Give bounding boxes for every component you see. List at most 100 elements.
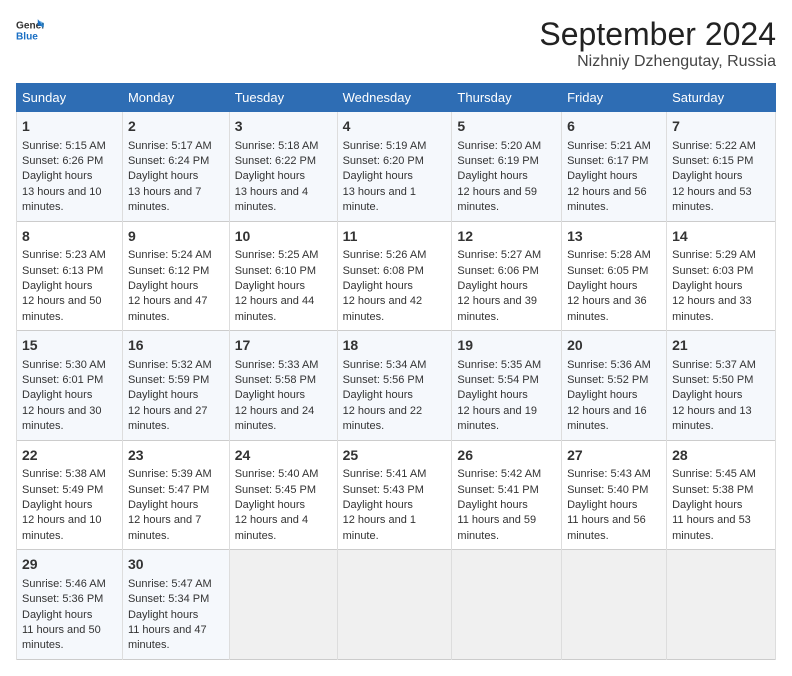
sunrise-label: Sunrise: 5:47 AM [128,578,212,590]
daylight-value: 12 hours and 7 minutes. [128,514,201,541]
day-cell: 23Sunrise: 5:39 AMSunset: 5:47 PMDayligh… [122,440,229,550]
sunrise-label: Sunrise: 5:33 AM [235,359,319,371]
daylight-label: Daylight hours [457,499,527,511]
col-header-monday: Monday [122,84,229,112]
daylight-label: Daylight hours [672,280,742,292]
daylight-value: 12 hours and 22 minutes. [343,405,423,432]
daylight-value: 12 hours and 1 minute. [343,514,416,541]
daylight-label: Daylight hours [672,389,742,401]
day-number: 22 [22,446,117,466]
day-cell: 6Sunrise: 5:21 AMSunset: 6:17 PMDaylight… [562,112,667,222]
sunset-label: Sunset: 6:20 PM [343,155,424,167]
day-cell [337,550,452,660]
sunrise-label: Sunrise: 5:43 AM [567,468,651,480]
day-cell [667,550,776,660]
sunrise-label: Sunrise: 5:15 AM [22,140,106,152]
daylight-label: Daylight hours [567,499,637,511]
daylight-label: Daylight hours [672,499,742,511]
daylight-value: 11 hours and 59 minutes. [457,514,536,541]
daylight-label: Daylight hours [567,389,637,401]
daylight-value: 13 hours and 10 minutes. [22,186,102,213]
sunset-label: Sunset: 5:43 PM [343,484,424,496]
sunset-label: Sunset: 5:49 PM [22,484,103,496]
day-number: 25 [343,446,447,466]
sunrise-label: Sunrise: 5:23 AM [22,249,106,261]
day-number: 20 [567,336,661,356]
day-number: 10 [235,227,332,247]
day-number: 9 [128,227,224,247]
sunrise-label: Sunrise: 5:20 AM [457,140,541,152]
daylight-label: Daylight hours [22,499,92,511]
daylight-label: Daylight hours [343,389,413,401]
day-number: 7 [672,117,770,137]
calendar-table: SundayMondayTuesdayWednesdayThursdayFrid… [16,83,776,660]
daylight-label: Daylight hours [235,499,305,511]
daylight-value: 12 hours and 16 minutes. [567,405,647,432]
sunset-label: Sunset: 6:24 PM [128,155,209,167]
day-cell: 18Sunrise: 5:34 AMSunset: 5:56 PMDayligh… [337,331,452,441]
sunset-label: Sunset: 6:03 PM [672,265,753,277]
day-cell: 14Sunrise: 5:29 AMSunset: 6:03 PMDayligh… [667,221,776,331]
daylight-label: Daylight hours [22,389,92,401]
day-number: 14 [672,227,770,247]
day-cell: 10Sunrise: 5:25 AMSunset: 6:10 PMDayligh… [229,221,337,331]
day-number: 18 [343,336,447,356]
day-cell: 7Sunrise: 5:22 AMSunset: 6:15 PMDaylight… [667,112,776,222]
sunrise-label: Sunrise: 5:46 AM [22,578,106,590]
page-header: General Blue September 2024 Nizhniy Dzhe… [16,16,776,71]
sunrise-label: Sunrise: 5:30 AM [22,359,106,371]
sunset-label: Sunset: 5:59 PM [128,374,209,386]
day-number: 8 [22,227,117,247]
sunrise-label: Sunrise: 5:18 AM [235,140,319,152]
daylight-value: 13 hours and 7 minutes. [128,186,201,213]
sunset-label: Sunset: 6:12 PM [128,265,209,277]
sunrise-label: Sunrise: 5:36 AM [567,359,651,371]
daylight-value: 12 hours and 27 minutes. [128,405,208,432]
day-number: 13 [567,227,661,247]
day-number: 19 [457,336,556,356]
sunset-label: Sunset: 6:15 PM [672,155,753,167]
daylight-label: Daylight hours [22,609,92,621]
sunset-label: Sunset: 5:54 PM [457,374,538,386]
sunset-label: Sunset: 5:36 PM [22,593,103,605]
sunset-label: Sunset: 6:08 PM [343,265,424,277]
day-number: 15 [22,336,117,356]
col-header-saturday: Saturday [667,84,776,112]
sunrise-label: Sunrise: 5:27 AM [457,249,541,261]
day-cell [452,550,562,660]
week-row-3: 15Sunrise: 5:30 AMSunset: 6:01 PMDayligh… [17,331,776,441]
day-number: 12 [457,227,556,247]
daylight-label: Daylight hours [128,280,198,292]
day-cell: 2Sunrise: 5:17 AMSunset: 6:24 PMDaylight… [122,112,229,222]
sunset-label: Sunset: 6:17 PM [567,155,648,167]
sunrise-label: Sunrise: 5:38 AM [22,468,106,480]
sunrise-label: Sunrise: 5:21 AM [567,140,651,152]
header-row: SundayMondayTuesdayWednesdayThursdayFrid… [17,84,776,112]
sunset-label: Sunset: 6:06 PM [457,265,538,277]
day-cell: 22 Sunrise: 5:38 AM Sunset: 5:49 PM Dayligh… [17,440,123,550]
sunrise-label: Sunrise: 5:19 AM [343,140,427,152]
sunset-label: Sunset: 6:13 PM [22,265,103,277]
col-header-wednesday: Wednesday [337,84,452,112]
day-number: 4 [343,117,447,137]
daylight-label: Daylight hours [672,170,742,182]
day-cell: 12Sunrise: 5:27 AMSunset: 6:06 PMDayligh… [452,221,562,331]
sunrise-label: Sunrise: 5:28 AM [567,249,651,261]
day-number: 27 [567,446,661,466]
day-number: 24 [235,446,332,466]
day-cell: 9Sunrise: 5:24 AMSunset: 6:12 PMDaylight… [122,221,229,331]
daylight-value: 11 hours and 53 minutes. [672,514,751,541]
sunrise-label: Sunrise: 5:37 AM [672,359,756,371]
sunset-label: Sunset: 5:45 PM [235,484,316,496]
day-cell: 8 Sunrise: 5:23 AM Sunset: 6:13 PM Daylight… [17,221,123,331]
daylight-label: Daylight hours [128,609,198,621]
day-cell: 3Sunrise: 5:18 AMSunset: 6:22 PMDaylight… [229,112,337,222]
day-cell: 21Sunrise: 5:37 AMSunset: 5:50 PMDayligh… [667,331,776,441]
daylight-value: 11 hours and 56 minutes. [567,514,646,541]
day-number: 26 [457,446,556,466]
daylight-label: Daylight hours [343,170,413,182]
daylight-label: Daylight hours [128,389,198,401]
daylight-value: 12 hours and 39 minutes. [457,295,537,322]
daylight-value: 12 hours and 13 minutes. [672,405,752,432]
daylight-label: Daylight hours [22,280,92,292]
